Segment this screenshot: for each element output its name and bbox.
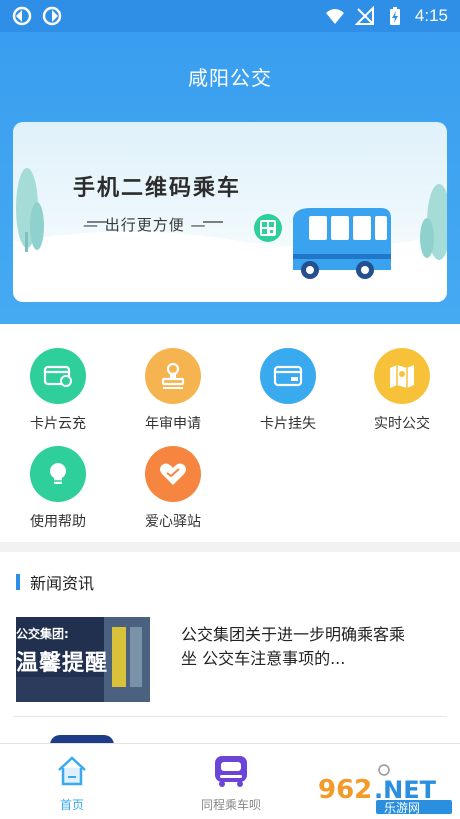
banner-subtitle: — 出行更方便 — xyxy=(83,216,207,234)
sync-notification-icon xyxy=(12,6,32,26)
watermark-logo: 962 .NET 乐游网 xyxy=(314,764,454,815)
status-bar: 4:15 xyxy=(0,0,460,32)
heart-icon xyxy=(145,446,201,502)
card-recharge-icon xyxy=(30,348,86,404)
heading-accent-bar xyxy=(16,574,20,590)
nav-tongcheng[interactable]: 同程乘车呗 xyxy=(176,754,286,813)
svg-text:.NET: .NET xyxy=(374,776,437,804)
feature-menu: 卡片云充 年审申请 卡片挂失 实时公交 使用帮助 爱心驿站 xyxy=(0,324,460,542)
news-item[interactable]: 公交集团: 温馨提醒 公交集团关于进一步明确乘客乘坐 公交车注意事项的... xyxy=(16,617,446,705)
menu-item-card-recharge[interactable]: 卡片云充 xyxy=(8,348,108,433)
menu-label: 爱心驿站 xyxy=(145,514,201,530)
thumbnail-headline: 温馨提醒 xyxy=(16,651,109,676)
news-title: 公交集团关于进一步明确乘客乘坐 公交车注意事项的... xyxy=(181,625,406,668)
promo-banner[interactable]: 手机二维码乘车 — 出行更方便 — xyxy=(13,122,447,302)
bus-app-icon xyxy=(215,756,247,787)
news-heading: 新闻资讯 xyxy=(16,570,94,594)
battery-charging-icon xyxy=(389,7,400,25)
bottom-nav: 首页 同程乘车呗 962 .NET 乐游网 xyxy=(0,743,460,819)
menu-label: 卡片挂失 xyxy=(260,416,316,432)
qr-code-icon xyxy=(254,214,282,242)
stamp-icon xyxy=(145,348,201,404)
wifi-icon xyxy=(325,9,344,24)
lightbulb-icon xyxy=(30,446,86,502)
menu-item-card-loss[interactable]: 卡片挂失 xyxy=(238,348,338,433)
nav-label: 同程乘车呗 xyxy=(200,798,261,812)
card-loss-icon xyxy=(260,348,316,404)
menu-item-annual-review[interactable]: 年审申请 xyxy=(123,348,223,433)
menu-label: 实时公交 xyxy=(374,416,430,432)
news-thumbnail: 公交集团: 温馨提醒 xyxy=(16,617,150,702)
map-icon xyxy=(374,348,430,404)
bus-icon xyxy=(293,208,391,279)
banner-illustration xyxy=(13,168,447,302)
divider xyxy=(13,716,447,717)
status-time: 4:15 xyxy=(414,6,448,25)
sync-notification-icon xyxy=(42,6,62,26)
menu-label: 年审申请 xyxy=(145,416,201,432)
thumbnail-caption: 公交集团: xyxy=(16,627,69,641)
home-icon xyxy=(58,756,86,786)
svg-text:962: 962 xyxy=(318,775,372,805)
header: 咸阳公交 手机二维码乘车 — 出行更方便 — xyxy=(0,32,460,324)
menu-label: 卡片云充 xyxy=(30,416,86,432)
nav-label: 首页 xyxy=(59,798,84,812)
no-signal-icon xyxy=(354,6,374,25)
banner-title: 手机二维码乘车 xyxy=(73,176,242,201)
nav-home[interactable]: 首页 xyxy=(17,754,127,813)
page-title: 咸阳公交 xyxy=(188,66,272,90)
svg-text:乐游网: 乐游网 xyxy=(384,801,420,814)
menu-item-help[interactable]: 使用帮助 xyxy=(8,446,108,531)
menu-label: 使用帮助 xyxy=(30,514,86,530)
menu-item-realtime-bus[interactable]: 实时公交 xyxy=(352,348,452,433)
menu-item-love-station[interactable]: 爱心驿站 xyxy=(123,446,223,531)
